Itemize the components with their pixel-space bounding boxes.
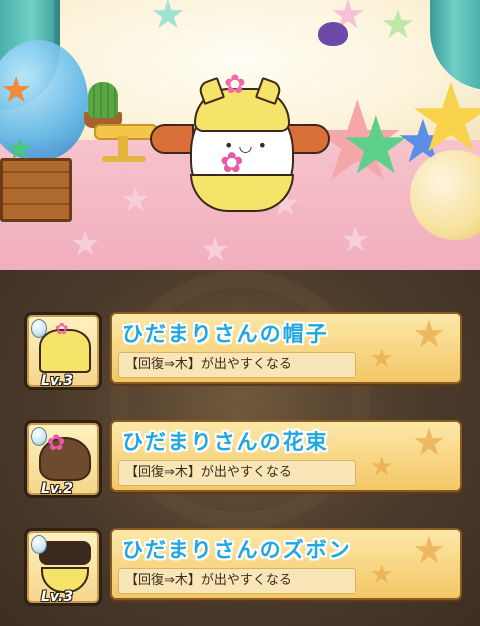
egg-badge-icon: [31, 535, 47, 554]
flower-icon: ✿: [55, 319, 69, 338]
item-card[interactable]: ★ ★ ひだまりさんのズボン 【回復⇒木】が出やすくなる: [110, 528, 462, 600]
card-star-decoration: ★: [370, 452, 394, 482]
item-icon-frame: Lv.3: [24, 528, 102, 606]
item-title: ひだまりさんの花束: [122, 430, 329, 454]
floor-star-decoration: ★: [200, 230, 231, 270]
item-description: 【回復⇒木】が出やすくなる: [118, 460, 356, 486]
item-icon-frame: ✿ Lv.3: [24, 312, 102, 390]
star-garland-icon: ★: [380, 2, 416, 48]
item-description: 【回復⇒木】が出やすくなる: [118, 568, 356, 594]
floor-star-decoration: ★: [340, 220, 371, 260]
star-garland-icon: ★: [150, 0, 186, 38]
item-level: Lv.3: [41, 373, 73, 389]
equipment-item-bouquet[interactable]: ✿ Lv.2 ★ ★ ひだまりさんの花束 【回復⇒木】が出やすくなる: [24, 420, 462, 500]
card-star-decoration: ★: [412, 528, 447, 572]
side-table-base: [102, 156, 146, 162]
floor-star-decoration: ★: [120, 180, 151, 220]
egg-badge-icon: [31, 319, 47, 338]
card-star-decoration: ★: [370, 560, 394, 590]
item-title: ひだまりさんの帽子: [122, 322, 329, 346]
room-scene: ★ ★ ★ ★ ★ ★ ★ ★ ★ ★ ★ ★ ★ ★ ✿ • ◡ • ✿: [0, 0, 480, 270]
wooden-crate: [0, 158, 72, 222]
item-description: 【回復⇒木】が出やすくなる: [118, 352, 356, 378]
cactus-plant: [88, 82, 118, 118]
item-card[interactable]: ★ ★ ひだまりさんの花束 【回復⇒木】が出やすくなる: [110, 420, 462, 492]
purple-bat-icon: [318, 22, 348, 46]
card-star-decoration: ★: [412, 420, 447, 464]
side-table-leg: [118, 136, 128, 158]
mascot-pants: [190, 174, 294, 212]
item-card[interactable]: ★ ★ ひだまりさんの帽子 【回復⇒木】が出やすくなる: [110, 312, 462, 384]
item-icon-frame: ✿ Lv.2: [24, 420, 102, 498]
item-level: Lv.3: [41, 589, 73, 605]
card-star-decoration: ★: [412, 312, 447, 356]
egg-badge-icon: [31, 427, 47, 446]
item-level: Lv.2: [41, 481, 73, 497]
flower-icon: ✿: [47, 431, 66, 456]
card-star-decoration: ★: [370, 344, 394, 374]
bouquet-icon: ✿: [220, 146, 244, 179]
mascot-wing-left: [150, 124, 194, 154]
orange-star-icon: ★: [0, 70, 33, 111]
floor-star-decoration: ★: [70, 224, 101, 264]
green-star-icon: ★: [6, 132, 33, 167]
item-title: ひだまりさんのズボン: [122, 538, 352, 562]
hat-flower-icon: ✿: [224, 70, 246, 100]
hidamari-mascot: ✿ • ◡ • ✿: [150, 70, 330, 212]
equipment-item-pants[interactable]: Lv.3 ★ ★ ひだまりさんのズボン 【回復⇒木】が出やすくなる: [24, 528, 462, 608]
equipment-item-hat[interactable]: ✿ Lv.3 ★ ★ ひだまりさんの帽子 【回復⇒木】が出やすくなる: [24, 312, 462, 392]
